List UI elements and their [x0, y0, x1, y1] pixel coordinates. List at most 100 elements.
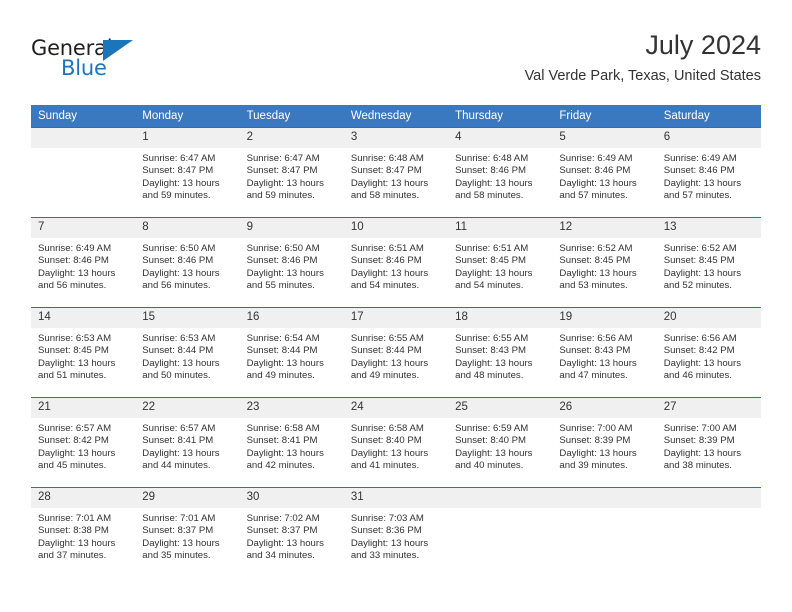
day-details: Sunrise: 6:57 AM Sunset: 8:42 PM Daylight:…	[31, 418, 135, 473]
weekday-header-wednesday: Wednesday	[343, 105, 449, 128]
sunset-time: Sunset: 8:38 PM	[38, 525, 109, 537]
calendar-day-cell[interactable]: 23 Sunrise: 6:58 AM Sunset: 8:41 PM Dayligh…	[239, 397, 344, 488]
calendar-day-cell[interactable]: 10 Sunrise: 6:51 AM Sunset: 8:46 PM Dayligh…	[343, 217, 449, 308]
day-details: Sunrise: 7:01 AM Sunset: 8:37 PM Daylight:…	[135, 508, 239, 563]
calendar-day-cell[interactable]: 6 Sunrise: 6:49 AM Sunset: 8:46 PM Daylight…	[656, 127, 761, 218]
daylight-duration-line1: Daylight: 13 hours	[559, 447, 637, 459]
day-details: Sunrise: 6:52 AM Sunset: 8:45 PM Daylight:…	[552, 238, 656, 293]
calendar-day-cell[interactable]: 19 Sunrise: 6:56 AM Sunset: 8:43 PM Dayligh…	[552, 307, 657, 398]
calendar-day-cell[interactable]: 1 Sunrise: 6:47 AM Sunset: 8:47 PM Daylight…	[135, 127, 240, 218]
day-details: Sunrise: 6:50 AM Sunset: 8:46 PM Daylight:…	[240, 238, 344, 293]
sunrise-time: Sunrise: 6:58 AM	[246, 423, 320, 434]
sunrise-sunset-calendar: Sunday Monday Tuesday Wednesday Thursday…	[31, 105, 761, 577]
daylight-duration-line2: and 37 minutes.	[38, 550, 107, 562]
day-number: 23	[239, 398, 344, 418]
title-block: July 2024 Val Verde Park, Texas, United …	[525, 28, 761, 87]
sunset-time: Sunset: 8:41 PM	[142, 435, 214, 447]
day-number: 11	[448, 218, 553, 238]
sunset-time: Sunset: 8:46 PM	[38, 255, 109, 267]
daylight-duration-line2: and 57 minutes.	[663, 190, 732, 202]
sunset-time: Sunset: 8:42 PM	[38, 435, 109, 447]
daylight-duration-line2: and 50 minutes.	[142, 370, 211, 382]
calendar-day-cell[interactable]: 14 Sunrise: 6:53 AM Sunset: 8:45 PM Dayligh…	[31, 307, 136, 398]
day-number: 19	[552, 308, 657, 328]
calendar-day-cell[interactable]: 31 Sunrise: 7:03 AM Sunset: 8:36 PM Dayligh…	[343, 487, 449, 577]
calendar-day-cell[interactable]: 29 Sunrise: 7:01 AM Sunset: 8:37 PM Dayligh…	[135, 487, 240, 577]
day-details: Sunrise: 6:56 AM Sunset: 8:43 PM Daylight:…	[552, 328, 656, 383]
sunset-time: Sunset: 8:36 PM	[350, 525, 422, 537]
calendar-day-cell[interactable]: 7 Sunrise: 6:49 AM Sunset: 8:46 PM Daylight…	[31, 217, 136, 308]
daylight-duration-line2: and 40 minutes.	[455, 460, 524, 472]
calendar-day-cell[interactable]: 30 Sunrise: 7:02 AM Sunset: 8:37 PM Dayligh…	[239, 487, 344, 577]
sunrise-time: Sunrise: 6:51 AM	[455, 243, 529, 254]
calendar-day-cell[interactable]: 18 Sunrise: 6:55 AM Sunset: 8:43 PM Dayligh…	[448, 307, 553, 398]
calendar-day-cell[interactable]: 27 Sunrise: 7:00 AM Sunset: 8:39 PM Dayligh…	[656, 397, 761, 488]
day-number: 12	[552, 218, 657, 238]
day-number: 6	[656, 128, 761, 148]
day-details: Sunrise: 6:55 AM Sunset: 8:44 PM Daylight:…	[344, 328, 448, 383]
daylight-duration-line2: and 38 minutes.	[663, 460, 732, 472]
calendar-week-row: 21 Sunrise: 6:57 AM Sunset: 8:42 PM Dayligh…	[31, 397, 761, 488]
calendar-day-cell[interactable]: 13 Sunrise: 6:52 AM Sunset: 8:45 PM Dayligh…	[656, 217, 761, 308]
calendar-day-cell[interactable]: 24 Sunrise: 6:58 AM Sunset: 8:40 PM Dayligh…	[343, 397, 449, 488]
brand-logo[interactable]: General Blue	[31, 36, 231, 92]
sunset-time: Sunset: 8:37 PM	[142, 525, 214, 537]
sunset-time: Sunset: 8:40 PM	[350, 435, 422, 447]
day-number: 1	[135, 128, 240, 148]
calendar-day-cell[interactable]: 11 Sunrise: 6:51 AM Sunset: 8:45 PM Dayligh…	[448, 217, 553, 308]
daylight-duration-line2: and 54 minutes.	[455, 280, 524, 292]
calendar-day-cell[interactable]: 12 Sunrise: 6:52 AM Sunset: 8:45 PM Dayligh…	[552, 217, 657, 308]
weekday-header-saturday: Saturday	[656, 105, 761, 128]
daylight-duration-line1: Daylight: 13 hours	[350, 357, 429, 369]
calendar-day-cell[interactable]: 26 Sunrise: 7:00 AM Sunset: 8:39 PM Dayligh…	[552, 397, 657, 488]
daylight-duration-line2: and 54 minutes.	[350, 280, 420, 292]
day-details: Sunrise: 6:49 AM Sunset: 8:46 PM Daylight:…	[657, 148, 761, 203]
daylight-duration-line1: Daylight: 13 hours	[663, 447, 742, 459]
sunrise-time: Sunrise: 7:01 AM	[142, 513, 216, 524]
sunset-time: Sunset: 8:47 PM	[142, 165, 214, 177]
sunset-time: Sunset: 8:39 PM	[559, 435, 631, 447]
calendar-day-cell[interactable]: 22 Sunrise: 6:57 AM Sunset: 8:41 PM Dayligh…	[135, 397, 240, 488]
daylight-duration-line2: and 58 minutes.	[350, 190, 420, 202]
calendar-day-cell[interactable]: 25 Sunrise: 6:59 AM Sunset: 8:40 PM Dayligh…	[448, 397, 553, 488]
sunset-time: Sunset: 8:37 PM	[246, 525, 318, 537]
calendar-day-cell[interactable]: 21 Sunrise: 6:57 AM Sunset: 8:42 PM Dayligh…	[31, 397, 136, 488]
day-number: 26	[552, 398, 657, 418]
brand-name-blue: Blue	[61, 56, 107, 80]
calendar-day-cell[interactable]: 5 Sunrise: 6:49 AM Sunset: 8:46 PM Daylight…	[552, 127, 657, 218]
calendar-day-cell[interactable]: 8 Sunrise: 6:50 AM Sunset: 8:46 PM Daylight…	[135, 217, 240, 308]
calendar-day-cell[interactable]: 16 Sunrise: 6:54 AM Sunset: 8:44 PM Dayligh…	[239, 307, 344, 398]
sunrise-time: Sunrise: 6:57 AM	[142, 423, 216, 434]
sunrise-time: Sunrise: 6:54 AM	[246, 333, 320, 344]
sunrise-time: Sunrise: 6:47 AM	[142, 153, 216, 164]
calendar-day-cell[interactable]: 15 Sunrise: 6:53 AM Sunset: 8:44 PM Dayligh…	[135, 307, 240, 398]
sunrise-time: Sunrise: 6:58 AM	[350, 423, 424, 434]
calendar-day-cell[interactable]: 3 Sunrise: 6:48 AM Sunset: 8:47 PM Daylight…	[343, 127, 449, 218]
calendar-week-row: 7 Sunrise: 6:49 AM Sunset: 8:46 PM Daylight…	[31, 217, 761, 308]
sunset-time: Sunset: 8:46 PM	[559, 165, 631, 177]
calendar-day-cell[interactable]: 17 Sunrise: 6:55 AM Sunset: 8:44 PM Dayligh…	[343, 307, 449, 398]
day-details: Sunrise: 6:55 AM Sunset: 8:43 PM Daylight:…	[448, 328, 552, 383]
sunrise-time: Sunrise: 6:53 AM	[38, 333, 112, 344]
sunset-time: Sunset: 8:46 PM	[142, 255, 214, 267]
day-details: Sunrise: 6:59 AM Sunset: 8:40 PM Daylight:…	[448, 418, 552, 473]
sunset-time: Sunset: 8:45 PM	[559, 255, 631, 267]
day-number	[448, 488, 553, 508]
calendar-day-cell[interactable]: 2 Sunrise: 6:47 AM Sunset: 8:47 PM Daylight…	[239, 127, 344, 218]
calendar-day-cell[interactable]: 28 Sunrise: 7:01 AM Sunset: 8:38 PM Dayligh…	[31, 487, 136, 577]
day-number: 25	[448, 398, 553, 418]
day-details: Sunrise: 6:57 AM Sunset: 8:41 PM Daylight:…	[135, 418, 239, 473]
calendar-day-cell-empty	[656, 487, 761, 577]
calendar-day-cell[interactable]: 9 Sunrise: 6:50 AM Sunset: 8:46 PM Daylight…	[239, 217, 344, 308]
daylight-duration-line2: and 59 minutes.	[142, 190, 211, 202]
sunrise-time: Sunrise: 6:51 AM	[350, 243, 424, 254]
calendar-day-cell[interactable]: 4 Sunrise: 6:48 AM Sunset: 8:46 PM Daylight…	[448, 127, 553, 218]
day-number: 22	[135, 398, 240, 418]
sunset-time: Sunset: 8:44 PM	[142, 345, 214, 357]
day-number: 16	[239, 308, 344, 328]
calendar-day-cell[interactable]: 20 Sunrise: 6:56 AM Sunset: 8:42 PM Dayligh…	[656, 307, 761, 398]
daylight-duration-line1: Daylight: 13 hours	[455, 267, 533, 279]
sunrise-time: Sunrise: 6:57 AM	[38, 423, 112, 434]
sunrise-time: Sunrise: 7:02 AM	[246, 513, 320, 524]
daylight-duration-line2: and 49 minutes.	[350, 370, 420, 382]
